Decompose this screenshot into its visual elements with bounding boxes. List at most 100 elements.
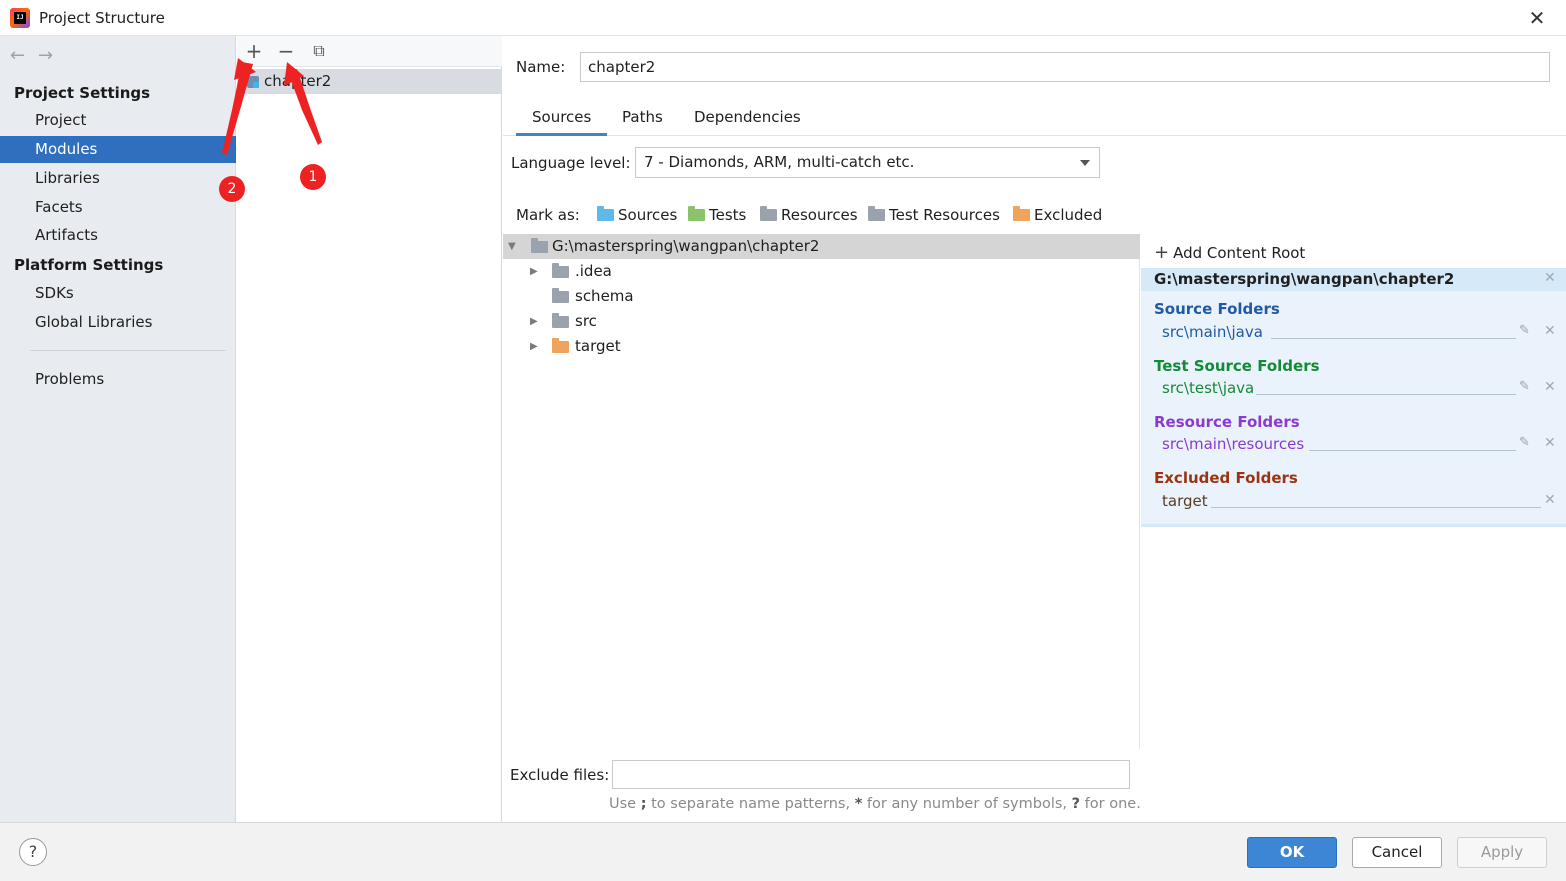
folder-icon — [552, 313, 569, 328]
test-folder-icon — [688, 206, 705, 221]
mark-as-test-resources-label: Test Resources — [889, 206, 1000, 224]
chevron-down-icon — [1080, 160, 1090, 166]
plus-icon: + — [1154, 242, 1170, 263]
sidebar-item-modules[interactable]: Modules — [0, 136, 236, 163]
excluded-folders-title: Excluded Folders — [1154, 469, 1298, 487]
collapsed-triangle-icon[interactable]: ▶ — [530, 259, 538, 284]
mark-as-resources-label: Resources — [781, 206, 858, 224]
divider — [1271, 338, 1516, 339]
tab-sources[interactable]: Sources — [516, 108, 608, 136]
resource-folder-icon — [760, 206, 777, 221]
tree-item-label: target — [575, 337, 621, 355]
intellij-logo-icon: IJ — [10, 8, 30, 28]
settings-sidebar: ← → Project Settings Project Modules Libr… — [0, 36, 236, 822]
mark-as-tests-label: Tests — [709, 206, 747, 224]
forward-arrow-icon[interactable]: → — [38, 45, 60, 66]
tree-root-row[interactable]: ▼ G:\masterspring\wangpan\chapter2 — [503, 234, 1140, 259]
expanded-triangle-icon[interactable]: ▼ — [508, 234, 516, 259]
test-source-folders-title: Test Source Folders — [1154, 357, 1320, 375]
sidebar-item-global-libraries[interactable]: Global Libraries — [0, 309, 236, 336]
add-content-root-button[interactable]: + Add Content Root — [1154, 242, 1305, 263]
folder-icon — [552, 288, 569, 303]
tree-item-label: .idea — [575, 262, 612, 280]
sidebar-item-sdks[interactable]: SDKs — [0, 280, 236, 307]
title-bar: IJ Project Structure ✕ — [0, 0, 1566, 36]
sidebar-item-facets[interactable]: Facets — [0, 194, 236, 221]
edit-pencil-icon[interactable]: ✎ — [1519, 435, 1530, 450]
collapsed-triangle-icon[interactable]: ▶ — [530, 334, 538, 359]
ok-button[interactable]: OK — [1247, 837, 1337, 868]
close-icon[interactable]: ✕ — [1524, 4, 1550, 32]
tree-root-label: G:\masterspring\wangpan\chapter2 — [552, 237, 820, 255]
mark-as-tests-button[interactable]: Tests — [688, 206, 746, 224]
section-platform-settings: Platform Settings — [14, 256, 164, 274]
remove-folder-icon[interactable]: ✕ — [1544, 323, 1556, 339]
remove-folder-icon[interactable]: ✕ — [1544, 379, 1556, 395]
tree-item-label: schema — [575, 287, 634, 305]
sidebar-item-libraries[interactable]: Libraries — [0, 165, 236, 192]
mark-as-sources-button[interactable]: Sources — [597, 206, 677, 224]
module-tabs: Sources Paths Dependencies — [503, 102, 1566, 136]
edit-pencil-icon[interactable]: ✎ — [1519, 379, 1530, 394]
tab-dependencies[interactable]: Dependencies — [694, 108, 801, 136]
content-root-path: G:\masterspring\wangpan\chapter2 — [1154, 270, 1455, 288]
content-root-header: G:\masterspring\wangpan\chapter2 ✕ — [1141, 268, 1566, 291]
content-roots-panel: + Add Content Root G:\masterspring\wangpa… — [1141, 234, 1566, 859]
source-folder-icon — [597, 206, 614, 221]
language-level-dropdown[interactable]: 7 - Diamonds, ARM, multi-catch etc. — [635, 147, 1100, 178]
resource-folders-title: Resource Folders — [1154, 413, 1300, 431]
edit-pencil-icon[interactable]: ✎ — [1519, 323, 1530, 338]
cancel-button[interactable]: Cancel — [1352, 837, 1442, 868]
folder-icon — [552, 263, 569, 278]
module-name-input[interactable]: chapter2 — [580, 52, 1550, 82]
test-source-folder-path: src\test\java — [1162, 379, 1255, 397]
tree-row-src[interactable]: ▶ src — [503, 309, 1140, 334]
add-content-root-label: Add Content Root — [1173, 244, 1306, 262]
divider — [1309, 450, 1516, 451]
name-label: Name: — [516, 58, 566, 76]
remove-folder-icon[interactable]: ✕ — [1544, 435, 1556, 451]
apply-button[interactable]: Apply — [1457, 837, 1547, 868]
annotation-badge-2: 2 — [219, 176, 245, 202]
mark-as-excluded-button[interactable]: Excluded — [1013, 206, 1102, 224]
module-details-panel: Name: chapter2 Sources Paths Dependencie… — [503, 36, 1566, 859]
copy-module-button[interactable]: ⧉ — [307, 39, 331, 63]
exclude-files-hint: Use ; to separate name patterns, * for a… — [609, 796, 1141, 812]
collapsed-triangle-icon[interactable]: ▶ — [530, 309, 538, 334]
module-label: chapter2 — [264, 72, 332, 90]
remove-module-button[interactable]: − — [274, 39, 298, 63]
sidebar-item-artifacts[interactable]: Artifacts — [0, 222, 236, 249]
add-module-button[interactable]: + — [242, 39, 266, 63]
mark-as-resources-button[interactable]: Resources — [760, 206, 858, 224]
content-root-block: G:\masterspring\wangpan\chapter2 ✕ Sourc… — [1141, 268, 1566, 527]
sidebar-item-problems[interactable]: Problems — [0, 366, 236, 393]
excluded-folder-icon — [552, 338, 569, 353]
back-arrow-icon[interactable]: ← — [10, 45, 32, 66]
tree-row-target[interactable]: ▶ target — [503, 334, 1140, 359]
resource-folder-path: src\main\resources — [1162, 435, 1305, 453]
remove-content-root-icon[interactable]: ✕ — [1544, 270, 1556, 286]
remove-folder-icon[interactable]: ✕ — [1544, 492, 1556, 508]
mark-as-test-resources-button[interactable]: Test Resources — [868, 206, 1000, 224]
help-button[interactable]: ? — [19, 838, 47, 866]
sidebar-item-project[interactable]: Project — [0, 107, 236, 134]
excluded-folder-icon — [1013, 206, 1030, 221]
annotation-badge-1: 1 — [300, 164, 326, 190]
module-toolbar: + − ⧉ — [237, 36, 502, 67]
tree-row-idea[interactable]: ▶ .idea — [503, 259, 1140, 284]
test-resource-folder-icon — [868, 206, 885, 221]
nav-history: ← → — [10, 45, 66, 66]
source-folder-path: src\main\java — [1162, 323, 1263, 341]
module-icon — [247, 76, 259, 88]
exclude-files-input[interactable] — [612, 760, 1130, 789]
section-project-settings: Project Settings — [14, 84, 151, 102]
tab-paths[interactable]: Paths — [622, 108, 663, 136]
tree-row-schema[interactable]: schema — [503, 284, 1140, 309]
tree-item-label: src — [575, 312, 597, 330]
folder-icon — [531, 238, 548, 253]
window-title: Project Structure — [39, 9, 165, 27]
content-tree: ▼ G:\masterspring\wangpan\chapter2 ▶ .id… — [503, 234, 1140, 749]
dialog-button-bar: ? OK Cancel Apply — [0, 822, 1566, 881]
module-item-chapter2[interactable]: chapter2 — [237, 69, 502, 94]
language-level-value: 7 - Diamonds, ARM, multi-catch etc. — [644, 153, 915, 171]
